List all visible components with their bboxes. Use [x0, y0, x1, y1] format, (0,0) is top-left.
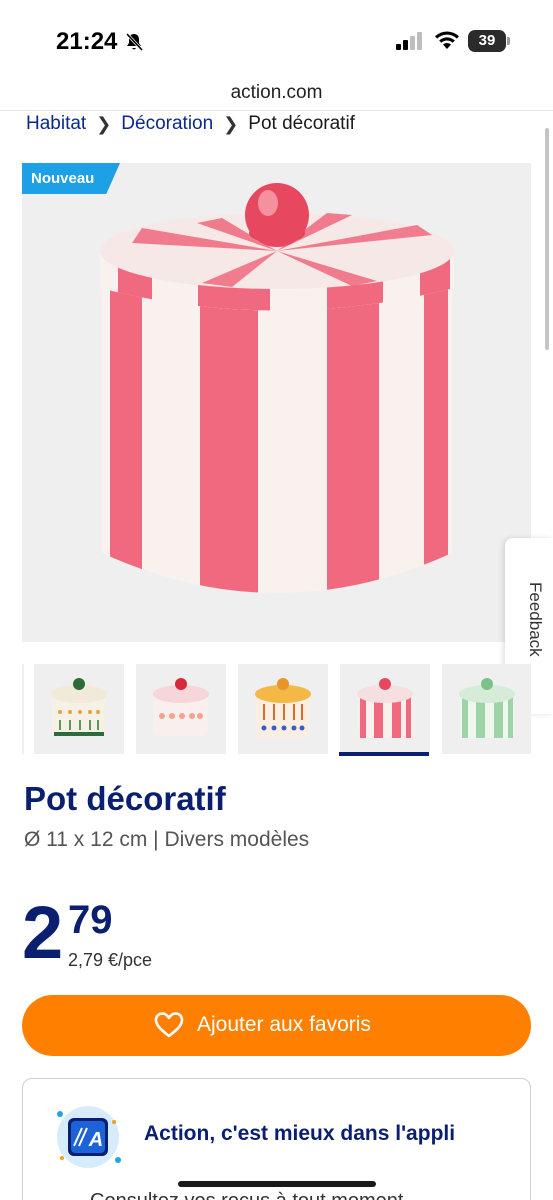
- heart-icon[interactable]: [154, 1011, 184, 1039]
- price-cents: 79: [68, 898, 113, 942]
- status-bar: 21:24 39: [0, 0, 553, 80]
- new-badge: Nouveau: [22, 163, 120, 194]
- wifi-icon: [435, 31, 459, 49]
- jar-pink-stripes-icon: [357, 678, 413, 738]
- product-image-main[interactable]: [22, 163, 531, 642]
- add-to-favorites-label[interactable]: Ajouter aux favoris: [197, 1013, 371, 1037]
- scrollbar[interactable]: [545, 128, 549, 350]
- chevron-right-icon: ❯: [96, 113, 112, 134]
- price-whole: 2: [22, 891, 63, 974]
- jar-pink-dots-icon: [153, 678, 209, 736]
- breadcrumb-decoration[interactable]: Décoration: [121, 113, 213, 135]
- url-divider: [0, 110, 553, 111]
- bell-muted-icon: [125, 32, 144, 52]
- thumbnail-4[interactable]: [238, 664, 328, 754]
- thumbnail-5-selected[interactable]: [340, 664, 430, 754]
- thumbnail-1[interactable]: [22, 664, 24, 754]
- breadcrumb-current: Pot décoratif: [248, 113, 355, 134]
- chevron-right-icon: ❯: [223, 113, 239, 134]
- cellular-signal-icon: [396, 32, 422, 50]
- app-promo-text: Action, c'est mieux dans l'appli: [144, 1122, 456, 1145]
- battery-level: 39: [478, 32, 496, 49]
- action-app-icon: A: [52, 1104, 124, 1170]
- price-per-unit: 2,79 €/pce: [68, 950, 153, 970]
- thumbnail-selected-indicator: [339, 752, 429, 756]
- battery-icon: 39: [468, 30, 510, 52]
- thumbnail-2[interactable]: [34, 664, 124, 754]
- breadcrumb: Habitat ❯ Décoration ❯ Pot décoratif: [26, 112, 355, 136]
- thumbnail-strip[interactable]: [22, 664, 531, 756]
- thumbnail-6[interactable]: [442, 664, 531, 754]
- jar-green-stripes-icon: [459, 678, 515, 738]
- home-indicator: [178, 1181, 376, 1187]
- jar-green-dots-icon: [51, 678, 107, 736]
- browser-url[interactable]: action.com: [0, 82, 553, 104]
- status-time: 21:24: [56, 28, 118, 55]
- jar-yellow-pattern-icon: [255, 678, 311, 738]
- app-promo-bullet: Consultez vos reçus à tout moment: [90, 1190, 403, 1200]
- product-title: Pot décoratif: [24, 780, 226, 817]
- product-subtitle: Ø 11 x 12 cm | Divers modèles: [24, 828, 310, 851]
- thumbnail-3[interactable]: [136, 664, 226, 754]
- svg-text:A: A: [88, 1129, 103, 1151]
- feedback-label[interactable]: Feedback: [515, 582, 545, 672]
- breadcrumb-habitat[interactable]: Habitat: [26, 113, 86, 135]
- striped-jar-illustration: [100, 183, 454, 593]
